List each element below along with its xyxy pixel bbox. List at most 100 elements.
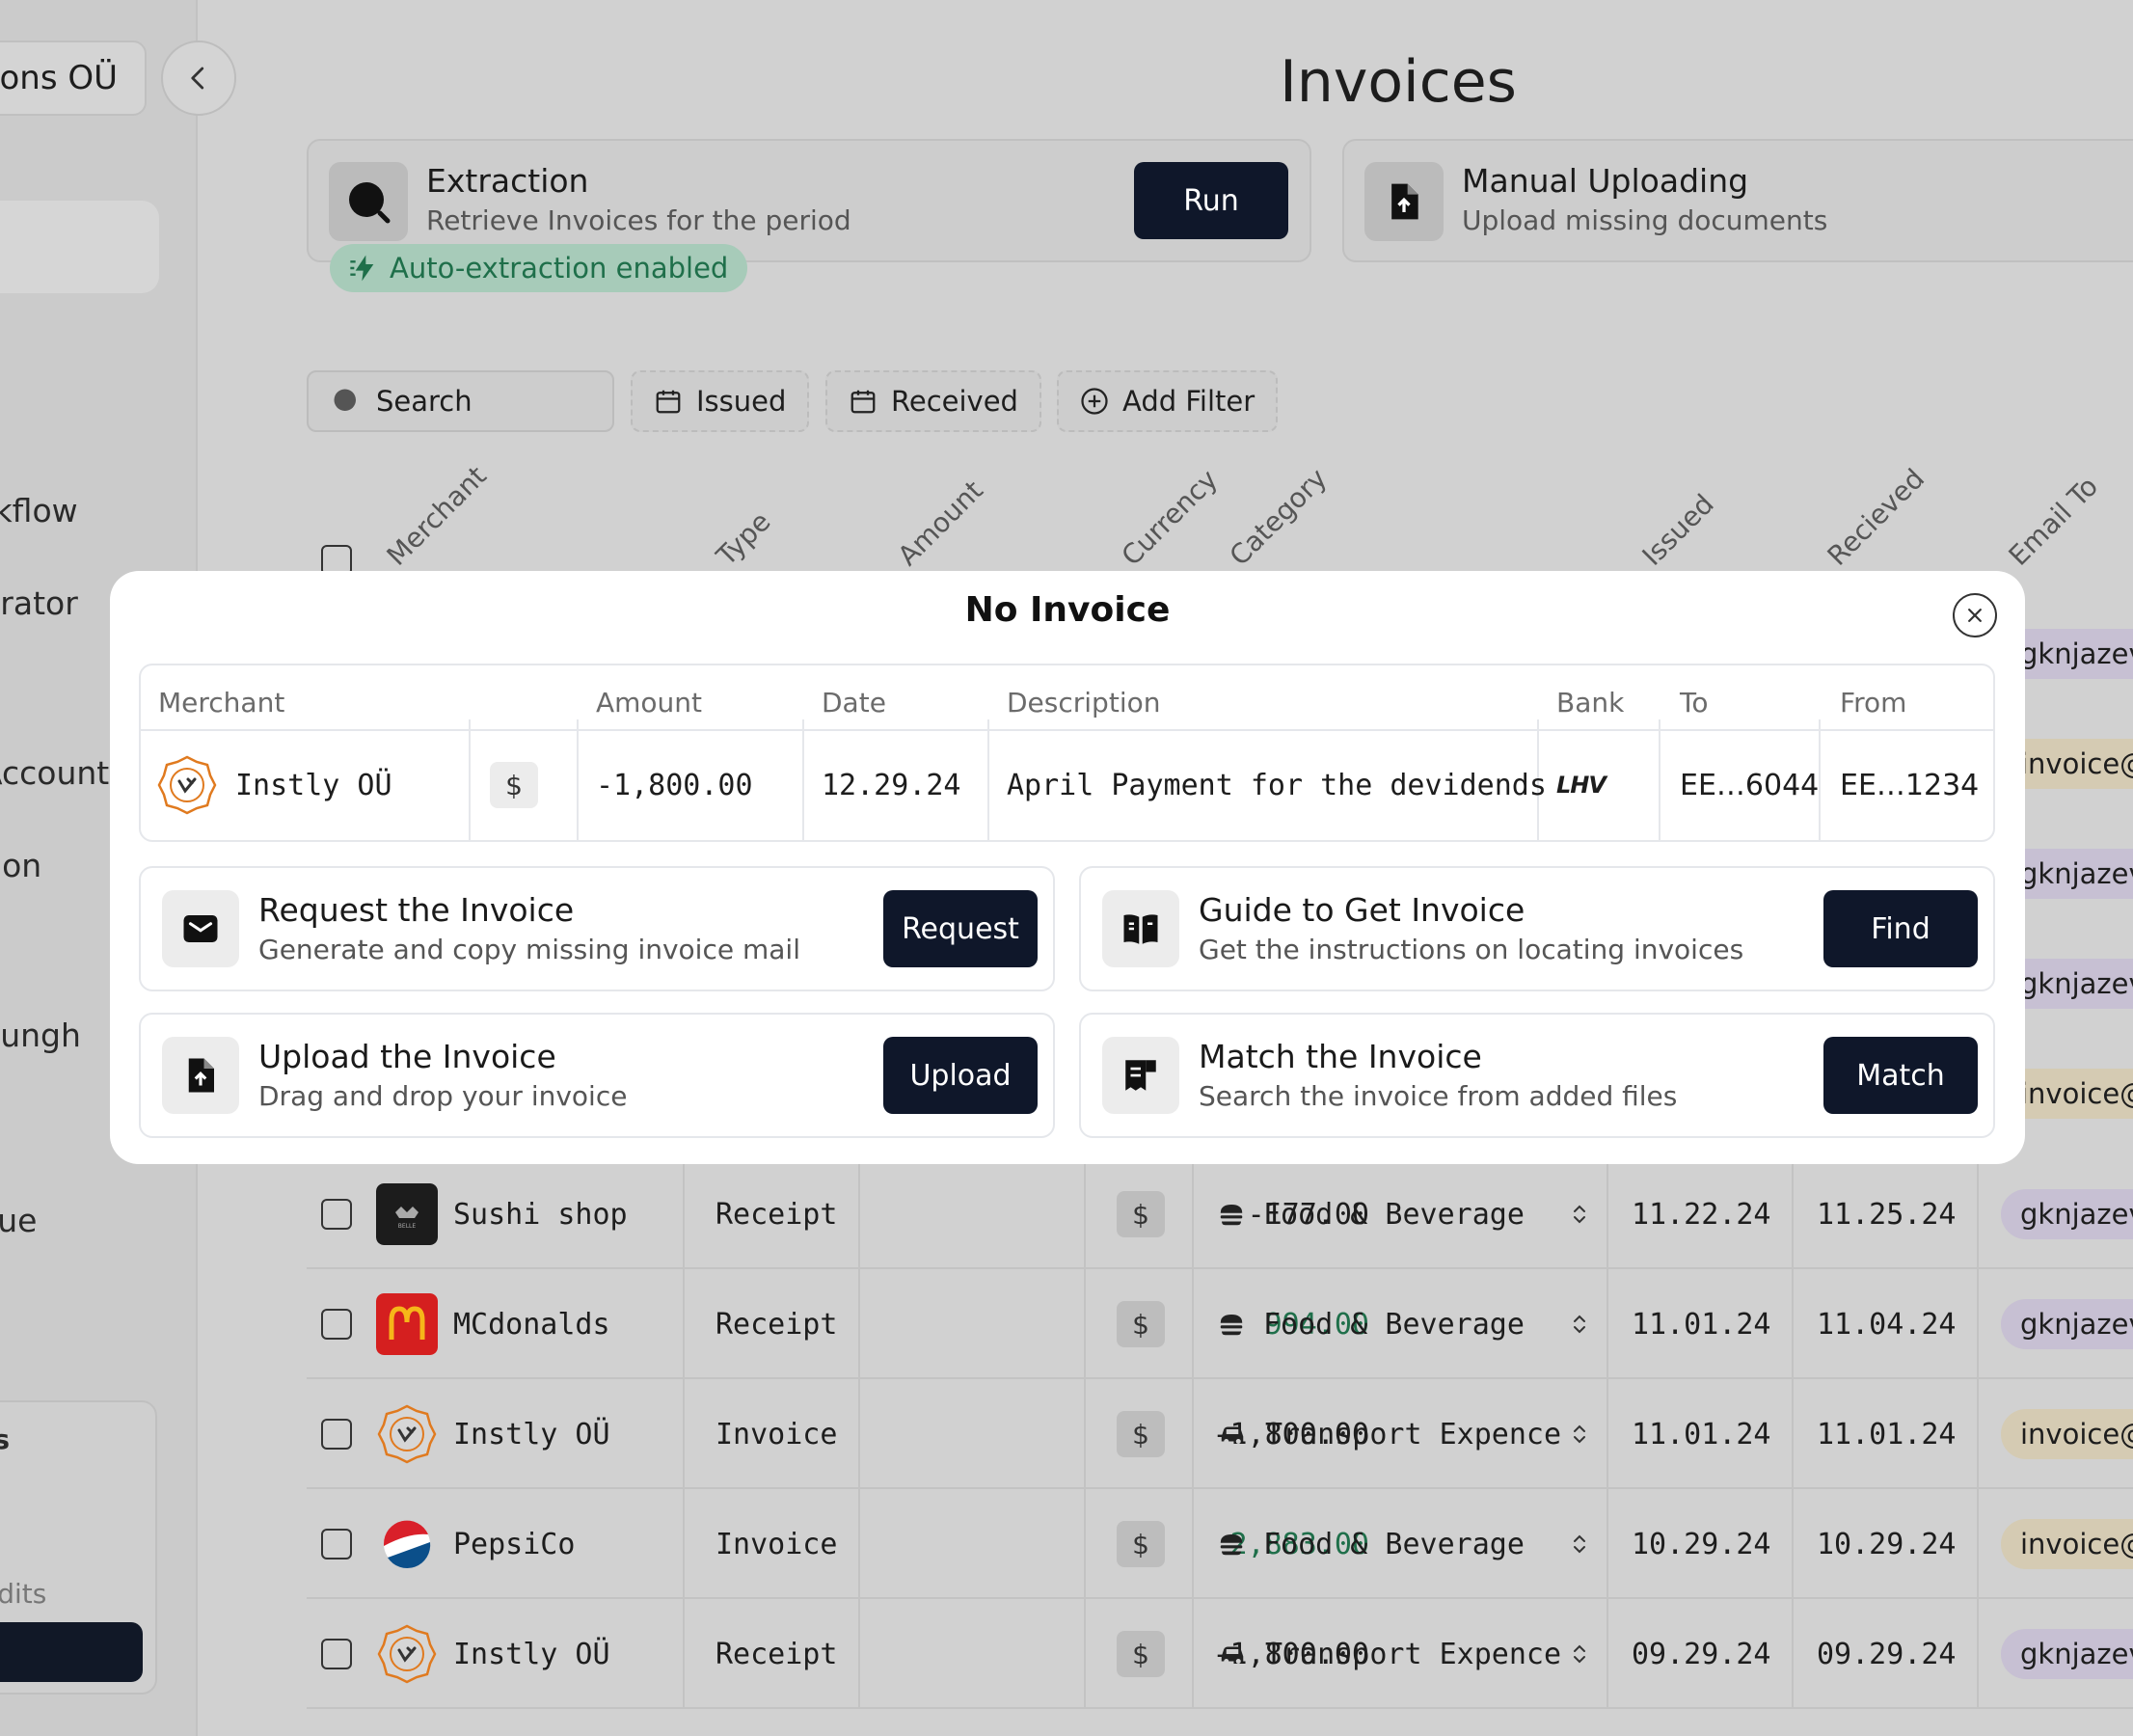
receipt-icon-box (1102, 1037, 1179, 1114)
table-row[interactable]: MCdonalds Receipt 994.00 $ Food & Bevera… (307, 1269, 2133, 1379)
email-pill[interactable]: gknjazev (2001, 1299, 2133, 1349)
sidebar-item[interactable]: erator (0, 584, 116, 622)
email-pill[interactable]: gknjazev (2001, 1189, 2133, 1239)
run-button[interactable]: Run (1134, 162, 1288, 239)
extraction-icon-box (329, 162, 408, 241)
sidebar-item[interactable]: Account (0, 754, 116, 792)
issued-cell: 11.01.24 (1632, 1417, 1771, 1451)
guide-title: Guide to Get Invoice (1199, 891, 1526, 929)
transaction-date: 12.29.24 (822, 768, 961, 802)
th-amount: Amount (596, 687, 703, 719)
upload-button[interactable]: Upload (883, 1037, 1038, 1114)
type-cell: Receipt (716, 1197, 838, 1232)
receipt-icon (1125, 1060, 1156, 1091)
th-bank: Bank (1556, 687, 1625, 719)
th-date: Date (822, 687, 886, 719)
sidebar-item[interactable]: rkflow (0, 492, 116, 529)
row-checkbox[interactable] (321, 1529, 352, 1560)
match-subtitle: Search the invoice from added files (1199, 1080, 1678, 1112)
add-filter-button[interactable]: Add Filter (1057, 370, 1279, 432)
request-title: Request the Invoice (258, 891, 575, 929)
category-select-arrows[interactable] (1570, 1159, 1589, 1269)
email-pill[interactable]: gknjazev (2001, 1629, 2133, 1679)
row-checkbox[interactable] (321, 1309, 352, 1340)
currency-cell: $ (1117, 1489, 1165, 1599)
no-invoice-modal: No Invoice Merchant Amount Date Descript… (110, 571, 2025, 1164)
category-label: Food & Beverage (1263, 1307, 1525, 1342)
find-button[interactable]: Find (1823, 890, 1978, 967)
row-checkbox[interactable] (321, 1199, 352, 1230)
match-button[interactable]: Match (1823, 1037, 1978, 1114)
category-select-arrows[interactable] (1570, 1489, 1589, 1599)
column-header-type[interactable]: Type (711, 505, 777, 572)
table-row[interactable]: Instly OÜ Invoice -1,800.00 $ Transport … (307, 1379, 2133, 1489)
category-select-arrows[interactable] (1570, 1379, 1589, 1489)
row-checkbox-cell (321, 1489, 352, 1599)
category-select-arrows[interactable] (1570, 1599, 1589, 1709)
manual-upload-title: Manual Uploading (1462, 162, 1749, 200)
instly-logo (376, 1623, 438, 1685)
column-header-currency[interactable]: Currency (1116, 463, 1225, 572)
collapse-sidebar-button[interactable] (161, 41, 236, 116)
category-cell[interactable]: Transport Expence (1217, 1599, 1561, 1709)
issued-cell: 11.22.24 (1632, 1197, 1771, 1232)
car-icon (1221, 1426, 1244, 1444)
match-title: Match the Invoice (1199, 1038, 1482, 1075)
category-cell[interactable]: Food & Beverage (1217, 1269, 1525, 1379)
email-pill[interactable]: invoice@ (2001, 1519, 2133, 1569)
pepsi-logo (376, 1513, 438, 1575)
match-invoice-card: Match the Invoice Search the invoice fro… (1079, 1013, 1995, 1138)
row-checkbox-cell (321, 1599, 352, 1709)
auto-extraction-badge[interactable]: Auto-extraction enabled (330, 244, 748, 292)
table-divider (141, 729, 1993, 731)
transaction-amount: -1,800.00 (596, 768, 753, 802)
issued-filter[interactable]: Issued (631, 370, 810, 432)
calendar-icon (850, 390, 876, 414)
sidebar-item[interactable]: oungh (0, 1017, 116, 1054)
company-selector[interactable]: ions OÜ (0, 41, 147, 116)
table-row[interactable]: Instly OÜ Receipt -1,800.00 $ Transport … (307, 1599, 2133, 1709)
column-header-email-to[interactable]: Email To (2003, 471, 2104, 572)
row-checkbox[interactable] (321, 1639, 352, 1669)
table-row[interactable]: BELLE Sushi shop Receipt -177.00 $ Food … (307, 1159, 2133, 1269)
column-header-issued[interactable]: Issued (1636, 488, 1720, 572)
currency-badge: $ (1117, 1521, 1165, 1567)
search-placeholder: Search (376, 385, 472, 418)
table-row[interactable]: PepsiCo Invoice 2,883.00 $ Food & Bevera… (307, 1489, 2133, 1599)
sidebar-item[interactable]: tion (0, 847, 116, 884)
chevron-left-icon (191, 67, 204, 90)
column-header-category[interactable]: Category (1224, 462, 1334, 572)
category-cell[interactable]: Food & Beverage (1217, 1159, 1525, 1269)
car-icon (1221, 1646, 1244, 1664)
sidebar-item[interactable]: s (0, 324, 116, 362)
mcdonalds-logo (376, 1293, 438, 1355)
column-header-received[interactable]: Recieved (1822, 463, 1930, 572)
received-cell: 10.29.24 (1817, 1527, 1957, 1561)
category-cell[interactable]: Transport Expence (1217, 1379, 1561, 1489)
category-cell[interactable]: Food & Beverage (1217, 1489, 1525, 1599)
request-button[interactable]: Request (883, 890, 1038, 967)
received-filter[interactable]: Received (825, 370, 1041, 432)
search-input[interactable]: Search (307, 370, 614, 432)
request-invoice-card: Request the Invoice Generate and copy mi… (139, 866, 1055, 991)
column-header-merchant[interactable]: Merchant (381, 460, 493, 572)
merchant-cell: BELLE Sushi shop (376, 1159, 628, 1269)
row-checkbox[interactable] (321, 1419, 352, 1450)
close-button[interactable] (1953, 593, 1997, 637)
company-name: ions OÜ (0, 59, 118, 97)
plus-circle-icon (1081, 388, 1108, 415)
currency-badge: $ (1117, 1301, 1165, 1347)
sidebar-selected-item[interactable] (0, 201, 159, 293)
book-icon-box (1102, 890, 1179, 967)
merchant-name: PepsiCo (453, 1527, 576, 1561)
email-pill[interactable]: invoice@ (2001, 1409, 2133, 1459)
type-cell: Invoice (716, 1527, 838, 1561)
upload-file-icon (1391, 183, 1418, 220)
column-header-amount[interactable]: Amount (892, 475, 989, 572)
sidebar-item[interactable]: sue (0, 1202, 116, 1239)
issued-cell: 10.29.24 (1632, 1527, 1771, 1561)
currency-cell: $ (1117, 1269, 1165, 1379)
sidebar-card-button[interactable] (0, 1622, 143, 1682)
manual-upload-card[interactable] (1342, 139, 2133, 262)
category-select-arrows[interactable] (1570, 1269, 1589, 1379)
